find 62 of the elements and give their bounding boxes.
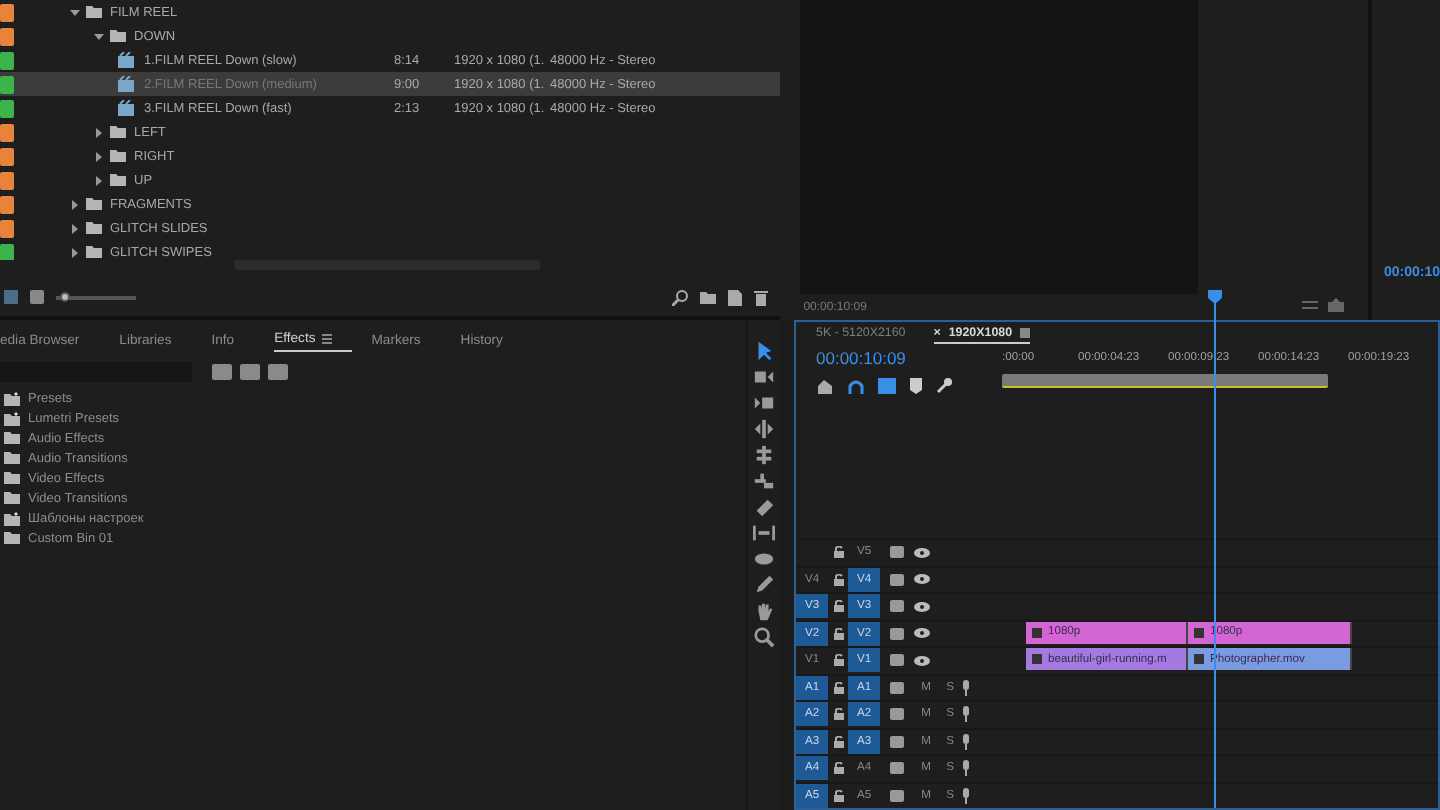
- microphone-icon[interactable]: [962, 733, 970, 750]
- playhead-handle[interactable]: [1208, 290, 1222, 304]
- track-select-forward-icon[interactable]: [752, 366, 776, 388]
- sequence-icon[interactable]: [118, 52, 136, 68]
- ripple-edit-icon[interactable]: [752, 418, 776, 440]
- eye-icon[interactable]: [914, 655, 930, 666]
- sequence-icon[interactable]: [118, 100, 136, 116]
- snap-icon[interactable]: [848, 377, 864, 394]
- panel-menu-icon[interactable]: [321, 334, 332, 344]
- zoom-icon[interactable]: [752, 626, 776, 648]
- preset-folder-icon[interactable]: [4, 511, 20, 525]
- lock-icon[interactable]: [833, 735, 843, 748]
- lock-icon[interactable]: [833, 600, 843, 613]
- pen-icon[interactable]: [752, 574, 776, 596]
- lock-icon[interactable]: [833, 546, 843, 559]
- microphone-icon[interactable]: [962, 679, 970, 696]
- caret-right-icon[interactable]: [93, 175, 103, 185]
- caret-right-icon[interactable]: [69, 199, 79, 209]
- lock-icon[interactable]: [833, 708, 843, 721]
- microphone-icon[interactable]: [962, 787, 970, 804]
- eye-icon[interactable]: [914, 547, 930, 558]
- lock-icon[interactable]: [833, 573, 843, 586]
- track-select-backward-icon[interactable]: [752, 392, 776, 414]
- caret-down-icon[interactable]: [93, 31, 103, 41]
- lock-icon[interactable]: [833, 654, 843, 667]
- slip-icon[interactable]: [752, 522, 776, 544]
- lock-icon[interactable]: [833, 681, 843, 694]
- preset-folder-icon[interactable]: [4, 411, 20, 425]
- linked-selection-icon[interactable]: [878, 377, 896, 394]
- rate-stretch-icon[interactable]: [752, 470, 776, 492]
- fx-icon[interactable]: [1194, 627, 1204, 637]
- wrench-icon[interactable]: [936, 377, 952, 394]
- search-icon[interactable]: [672, 289, 688, 305]
- preset-folder-icon[interactable]: [4, 391, 20, 405]
- caret-down-icon[interactable]: [69, 7, 79, 17]
- lock-icon[interactable]: [833, 627, 843, 640]
- caret-right-icon[interactable]: [93, 127, 103, 137]
- slide-icon[interactable]: [752, 548, 776, 570]
- eye-icon[interactable]: [914, 601, 930, 612]
- timeline-timecode: 00:00:10:09: [816, 346, 908, 372]
- work-area-bar[interactable]: [1002, 373, 1328, 388]
- razor-icon[interactable]: [752, 496, 776, 518]
- nest-sequence-icon[interactable]: [816, 377, 834, 394]
- caret-right-icon[interactable]: [69, 223, 79, 233]
- folder-icon[interactable]: [4, 532, 20, 544]
- folder-icon[interactable]: [700, 291, 716, 303]
- lock-icon[interactable]: [833, 789, 843, 802]
- sequence-icon[interactable]: [118, 76, 136, 92]
- zoom-slider-thumb[interactable]: [60, 291, 70, 301]
- microphone-icon[interactable]: [962, 760, 970, 777]
- fx-icon[interactable]: [1032, 627, 1042, 637]
- microphone-icon[interactable]: [962, 706, 970, 723]
- eye-icon[interactable]: [914, 574, 930, 585]
- lock-icon[interactable]: [833, 762, 843, 775]
- trash-icon[interactable]: [754, 289, 768, 305]
- rolling-edit-icon[interactable]: [752, 444, 776, 466]
- new-item-icon[interactable]: [728, 289, 742, 305]
- caret-right-icon[interactable]: [69, 247, 79, 257]
- marker-icon[interactable]: [910, 377, 922, 394]
- caret-right-icon[interactable]: [93, 151, 103, 161]
- panel-menu-icon[interactable]: [1020, 327, 1031, 338]
- eye-icon[interactable]: [914, 628, 930, 639]
